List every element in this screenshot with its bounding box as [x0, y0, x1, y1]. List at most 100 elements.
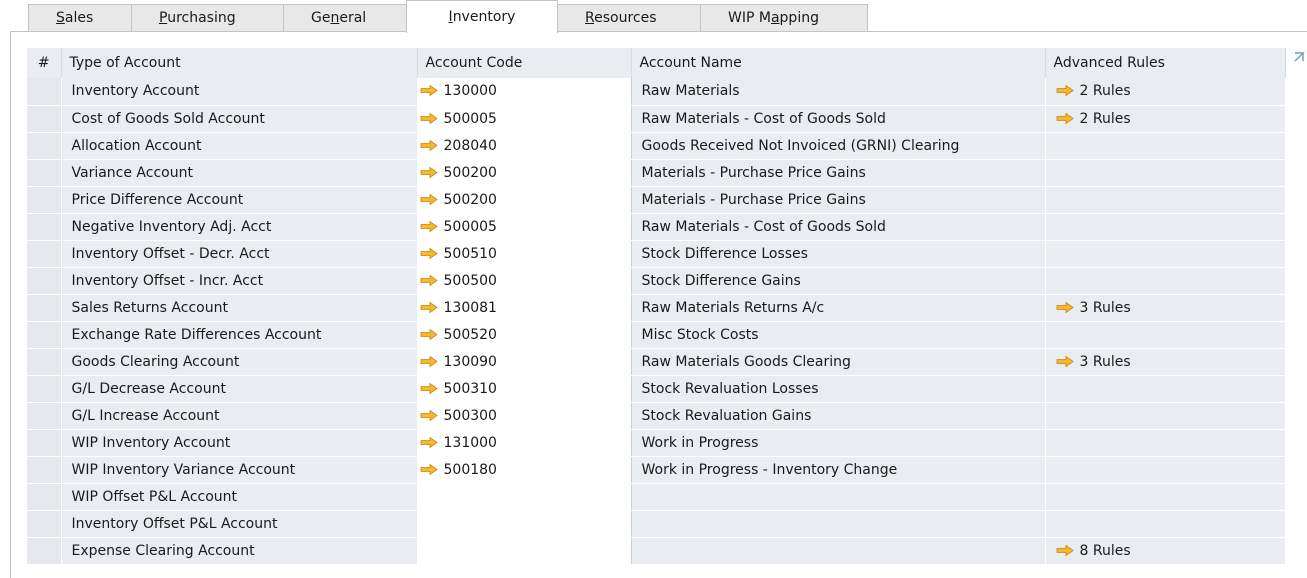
account-name-cell: Raw Materials - Cost of Goods Sold — [631, 213, 1046, 241]
link-arrow-icon[interactable] — [1056, 112, 1074, 124]
table-row[interactable]: Inventory Offset P&L Account — [27, 510, 1286, 538]
table-row[interactable]: WIP Offset P&L Account — [27, 483, 1286, 511]
account-code-cell[interactable]: 130090 — [417, 348, 632, 376]
link-arrow-icon[interactable] — [420, 382, 438, 394]
row-number-cell[interactable] — [27, 402, 62, 430]
account-code-cell[interactable]: 131000 — [417, 429, 632, 457]
advanced-rules-cell[interactable]: 2 Rules — [1045, 78, 1286, 106]
table-row[interactable]: Expense Clearing Account 8 Rules — [27, 537, 1286, 565]
row-number-cell[interactable] — [27, 483, 62, 511]
link-arrow-icon[interactable] — [420, 139, 438, 151]
link-arrow-icon[interactable] — [420, 436, 438, 448]
link-arrow-icon[interactable] — [1056, 544, 1074, 556]
account-code-cell[interactable]: 500510 — [417, 240, 632, 268]
row-number-cell[interactable] — [27, 132, 62, 160]
table-row[interactable]: Exchange Rate Differences Account 500520 M… — [27, 321, 1286, 349]
account-code-cell[interactable]: 130000 — [417, 78, 632, 106]
account-code-cell[interactable]: 500300 — [417, 402, 632, 430]
tab-inventory[interactable]: Inventory — [406, 0, 558, 33]
link-arrow-icon[interactable] — [420, 112, 438, 124]
account-type-cell: Inventory Account — [61, 78, 418, 106]
account-name-cell: Raw Materials Returns A/c — [631, 294, 1046, 322]
row-number-cell[interactable] — [27, 159, 62, 187]
column-header-rules[interactable]: Advanced Rules — [1045, 48, 1286, 78]
link-arrow-icon[interactable] — [420, 328, 438, 340]
table-row[interactable]: G/L Increase Account 500300 Stock Revaluat… — [27, 402, 1286, 430]
account-code-cell[interactable]: 500200 — [417, 186, 632, 214]
account-name-cell: Goods Received Not Invoiced (GRNI) Clear… — [631, 132, 1046, 160]
row-number-cell[interactable] — [27, 240, 62, 268]
table-row[interactable]: Inventory Offset - Incr. Acct 500500 Stock… — [27, 267, 1286, 295]
link-arrow-icon[interactable] — [420, 409, 438, 421]
link-arrow-icon[interactable] — [420, 301, 438, 313]
account-code-value: 500510 — [443, 245, 497, 262]
account-code-cell[interactable]: 500520 — [417, 321, 632, 349]
link-arrow-icon[interactable] — [1056, 301, 1074, 313]
link-arrow-icon[interactable] — [420, 220, 438, 232]
tab-general[interactable]: General — [283, 4, 407, 32]
link-arrow-icon[interactable] — [420, 355, 438, 367]
link-arrow-icon[interactable] — [420, 166, 438, 178]
row-number-cell[interactable] — [27, 537, 62, 565]
account-code-cell[interactable]: 500005 — [417, 105, 632, 133]
link-arrow-icon[interactable] — [1056, 355, 1074, 367]
advanced-rules-cell[interactable]: 2 Rules — [1045, 105, 1286, 133]
row-number-cell[interactable] — [27, 348, 62, 376]
table-row[interactable]: Goods Clearing Account 130090 Raw Material… — [27, 348, 1286, 376]
table-row[interactable]: Negative Inventory Adj. Acct 500005 Raw Ma… — [27, 213, 1286, 241]
column-header-code[interactable]: Account Code — [417, 48, 632, 78]
account-code-cell[interactable]: 130081 — [417, 294, 632, 322]
table-row[interactable]: WIP Inventory Account 131000 Work in Progr… — [27, 429, 1286, 457]
column-header-name[interactable]: Account Name — [631, 48, 1046, 78]
advanced-rules-cell[interactable]: 8 Rules — [1045, 537, 1286, 565]
tab-resources[interactable]: Resources — [557, 4, 701, 32]
advanced-rules-cell[interactable]: 3 Rules — [1045, 348, 1286, 376]
row-number-cell[interactable] — [27, 294, 62, 322]
row-number-cell[interactable] — [27, 375, 62, 403]
row-number-cell[interactable] — [27, 321, 62, 349]
row-number-cell[interactable] — [27, 186, 62, 214]
row-number-cell[interactable] — [27, 213, 62, 241]
table-row[interactable]: Inventory Account 130000 Raw Materials 2 Ru… — [27, 78, 1286, 106]
table-row[interactable]: WIP Inventory Variance Account 500180 Work… — [27, 456, 1286, 484]
advanced-rules-cell[interactable]: 3 Rules — [1045, 294, 1286, 322]
link-arrow-icon[interactable] — [420, 193, 438, 205]
account-code-cell[interactable]: 500310 — [417, 375, 632, 403]
tab-sales[interactable]: Sales — [28, 4, 132, 32]
tab-purchasing[interactable]: Purchasing — [131, 4, 284, 32]
table-row[interactable]: Cost of Goods Sold Account 500005 Raw Mate… — [27, 105, 1286, 133]
table-row[interactable]: Inventory Offset - Decr. Acct 500510 Stock… — [27, 240, 1286, 268]
link-arrow-icon[interactable] — [420, 85, 438, 97]
row-number-cell[interactable] — [27, 78, 62, 106]
account-code-cell[interactable]: 500005 — [417, 213, 632, 241]
row-number-cell[interactable] — [27, 510, 62, 538]
account-code-cell[interactable]: 500200 — [417, 159, 632, 187]
account-code-cell[interactable] — [417, 510, 632, 538]
account-code-cell[interactable] — [417, 483, 632, 511]
table-row[interactable]: Sales Returns Account 130081 Raw Materials… — [27, 294, 1286, 322]
account-code-cell[interactable]: 500500 — [417, 267, 632, 295]
account-code-cell[interactable] — [417, 537, 632, 565]
tab-wip-mapping[interactable]: WIP Mapping — [700, 4, 868, 32]
link-arrow-icon[interactable] — [1056, 85, 1074, 97]
account-type-cell: Variance Account — [61, 159, 418, 187]
account-code-cell[interactable]: 208040 — [417, 132, 632, 160]
account-name-cell: Work in Progress — [631, 429, 1046, 457]
link-arrow-icon[interactable] — [420, 274, 438, 286]
row-number-cell[interactable] — [27, 105, 62, 133]
column-header-number[interactable]: # — [27, 48, 62, 78]
account-code-cell[interactable]: 500180 — [417, 456, 632, 484]
table-row[interactable]: Price Difference Account 500200 Materials … — [27, 186, 1286, 214]
link-arrow-icon[interactable] — [420, 463, 438, 475]
table-row[interactable]: Variance Account 500200 Materials - Purcha… — [27, 159, 1286, 187]
row-number-cell[interactable] — [27, 267, 62, 295]
row-number-cell[interactable] — [27, 429, 62, 457]
column-header-type[interactable]: Type of Account — [61, 48, 418, 78]
link-arrow-icon[interactable] — [420, 247, 438, 259]
row-number-cell[interactable] — [27, 456, 62, 484]
table-row[interactable]: G/L Decrease Account 500310 Stock Revaluat… — [27, 375, 1286, 403]
advanced-rules-cell — [1045, 429, 1286, 457]
account-name-cell: Work in Progress - Inventory Change — [631, 456, 1046, 484]
table-row[interactable]: Allocation Account 208040 Goods Received N… — [27, 132, 1286, 160]
expand-grid-icon[interactable] — [1290, 48, 1307, 78]
